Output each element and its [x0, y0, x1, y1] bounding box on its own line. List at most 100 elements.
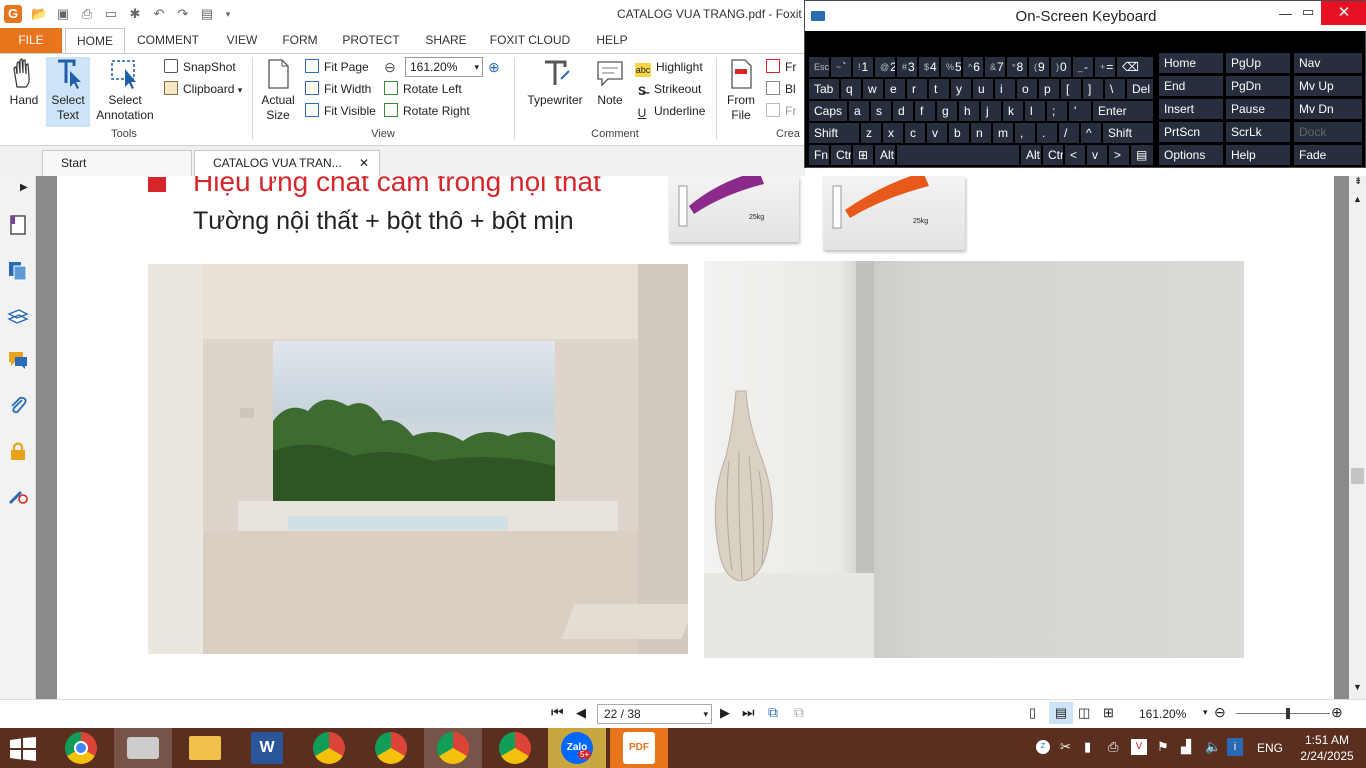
maximize-icon[interactable]: ▭ [1302, 4, 1314, 20]
status-zoom-value[interactable]: 161.20% [1139, 707, 1186, 721]
customize-dropdown-icon[interactable]: ▾ [220, 6, 236, 22]
key-row2-0[interactable]: Tab [809, 79, 839, 99]
fit-width-button[interactable]: Fit Width [305, 79, 371, 99]
zoom-menu-icon[interactable]: ▾ [1203, 707, 1208, 718]
tool-tray-icon[interactable]: ✂ [1060, 739, 1071, 755]
tab-help[interactable]: HELP [590, 28, 634, 53]
underline-button[interactable]: U Underline [635, 101, 706, 121]
pdf-page[interactable]: Hiệu ứng chất cảm trong nội thất Tường n… [57, 176, 1334, 699]
tab-comment[interactable]: COMMENT [134, 28, 202, 53]
nav-key-1-2[interactable]: Mv Up [1294, 76, 1362, 96]
taskbar-explorer[interactable] [176, 728, 234, 768]
page-dropdown-icon[interactable]: ▾ [703, 705, 708, 723]
key-row3-12[interactable]: Enter [1093, 101, 1153, 121]
key-row5-8[interactable]: v [1087, 145, 1107, 165]
signature-icon[interactable] [7, 484, 29, 506]
key-row4-8[interactable]: , [1015, 123, 1035, 143]
tab-catalog[interactable]: CATALOG VUA TRAN... ✕ [194, 150, 380, 176]
key-row4-1[interactable]: z [861, 123, 881, 143]
key-row2-12[interactable]: ] [1083, 79, 1103, 99]
quick-tool-icon[interactable]: ▤ [199, 6, 215, 22]
printer-tray-icon[interactable]: ⎙ [1108, 739, 1118, 755]
next-view-icon[interactable]: ⧉ [794, 704, 804, 721]
hand-button[interactable]: Hand [4, 57, 44, 108]
key-row2-5[interactable]: t [929, 79, 949, 99]
volume-tray-icon[interactable]: 🔈 [1205, 739, 1221, 755]
nav-key-3-1[interactable]: ScrLk [1226, 122, 1290, 142]
key-row2-10[interactable]: p [1039, 79, 1059, 99]
single-page-icon[interactable]: ▯ [1029, 705, 1036, 721]
key-row2-7[interactable]: u [973, 79, 993, 99]
key-0[interactable]: Esc [809, 57, 829, 77]
save-icon[interactable]: ▣ [55, 6, 71, 22]
fit-page-button[interactable]: Fit Page [305, 57, 369, 77]
key-row5-3[interactable]: Alt [875, 145, 895, 165]
usb-tray-icon[interactable]: ▮ [1084, 739, 1091, 755]
print-icon[interactable]: ⎙ [79, 6, 95, 22]
attachments-icon[interactable] [7, 394, 29, 416]
create-option-3[interactable]: Fr [766, 101, 796, 121]
key-row4-11[interactable]: ^ [1081, 123, 1101, 143]
nav-key-0-2[interactable]: Nav [1294, 53, 1362, 73]
key-row4-12[interactable]: Shift [1103, 123, 1153, 143]
page-number-input[interactable]: 22 / 38 ▾ [597, 704, 712, 724]
bookmark-icon[interactable] [7, 214, 29, 236]
language-indicator[interactable]: ENG [1257, 741, 1283, 755]
expand-panel-icon[interactable]: ▶ [20, 182, 28, 193]
key-8[interactable]: &7 [985, 57, 1005, 77]
key-row2-8[interactable]: i [995, 79, 1015, 99]
key-row4-3[interactable]: c [905, 123, 925, 143]
scroll-up-icon[interactable]: ▲ [1353, 194, 1362, 204]
nav-key-0-0[interactable]: Home [1159, 53, 1223, 73]
nav-key-1-0[interactable]: End [1159, 76, 1223, 96]
scroll-down-icon[interactable]: ▼ [1353, 682, 1362, 692]
tab-start[interactable]: Start [42, 150, 192, 176]
key-row5-9[interactable]: > [1109, 145, 1129, 165]
key-5[interactable]: $4 [919, 57, 939, 77]
zoom-out-icon[interactable]: ⊖ [384, 59, 396, 76]
key-row4-10[interactable]: / [1059, 123, 1079, 143]
create-option-1[interactable]: Fr [766, 57, 796, 77]
clock-time[interactable]: 1:51 AM [1294, 733, 1360, 747]
close-icon[interactable]: ✕ [1321, 1, 1366, 25]
taskbar-chrome-profile-1[interactable] [300, 728, 358, 768]
rotate-right-button[interactable]: Rotate Right [384, 101, 470, 121]
tab-protect[interactable]: PROTECT [338, 28, 404, 53]
open-icon[interactable]: 📂 [31, 6, 47, 22]
minimize-icon[interactable]: — [1279, 6, 1292, 21]
key-row3-0[interactable]: Caps [809, 101, 847, 121]
key-6[interactable]: %5 [941, 57, 961, 77]
taskbar-chrome-profile-2[interactable] [362, 728, 420, 768]
key-row4-7[interactable]: m [993, 123, 1013, 143]
key-row3-6[interactable]: h [959, 101, 979, 121]
key-row5-0[interactable]: Fn [809, 145, 829, 165]
key-row3-9[interactable]: l [1025, 101, 1045, 121]
key-row3-11[interactable]: ' [1069, 101, 1091, 121]
key-row2-9[interactable]: o [1017, 79, 1037, 99]
key-row4-0[interactable]: Shift [809, 123, 859, 143]
key-row3-5[interactable]: g [937, 101, 957, 121]
strikeout-button[interactable]: S̶ Strikeout [635, 79, 701, 99]
tab-share[interactable]: SHARE [420, 28, 472, 53]
key-14[interactable]: ⌫ [1117, 57, 1153, 77]
select-text-button[interactable]: Select Text [46, 57, 90, 127]
first-page-icon[interactable]: ⏮ [551, 704, 564, 721]
key-row3-8[interactable]: k [1003, 101, 1023, 121]
key-row2-2[interactable]: w [863, 79, 883, 99]
document-view[interactable]: Hiệu ứng chất cảm trong nội thất Tường n… [36, 176, 1349, 699]
nav-key-3-0[interactable]: PrtScn [1159, 122, 1223, 142]
nav-key-2-1[interactable]: Pause [1226, 99, 1290, 119]
zoom-dropdown-icon[interactable]: ▾ [474, 58, 479, 76]
taskbar-chrome-profile-4[interactable] [486, 728, 544, 768]
continuous-facing-icon[interactable]: ⊞ [1103, 705, 1114, 721]
key-row3-3[interactable]: d [893, 101, 913, 121]
key-row3-7[interactable]: j [981, 101, 1001, 121]
key-2[interactable]: !1 [853, 57, 873, 77]
info-tray-icon[interactable]: i [1227, 738, 1243, 756]
zoom-slider-thumb[interactable] [1286, 708, 1290, 719]
last-page-icon[interactable]: ⏭ [742, 704, 755, 721]
properties-icon[interactable]: ▭ [103, 6, 119, 22]
facing-page-icon[interactable]: ◫ [1078, 705, 1090, 721]
redo-icon[interactable]: ↷ [175, 6, 191, 22]
actual-size-button[interactable]: Actual Size [258, 57, 298, 123]
